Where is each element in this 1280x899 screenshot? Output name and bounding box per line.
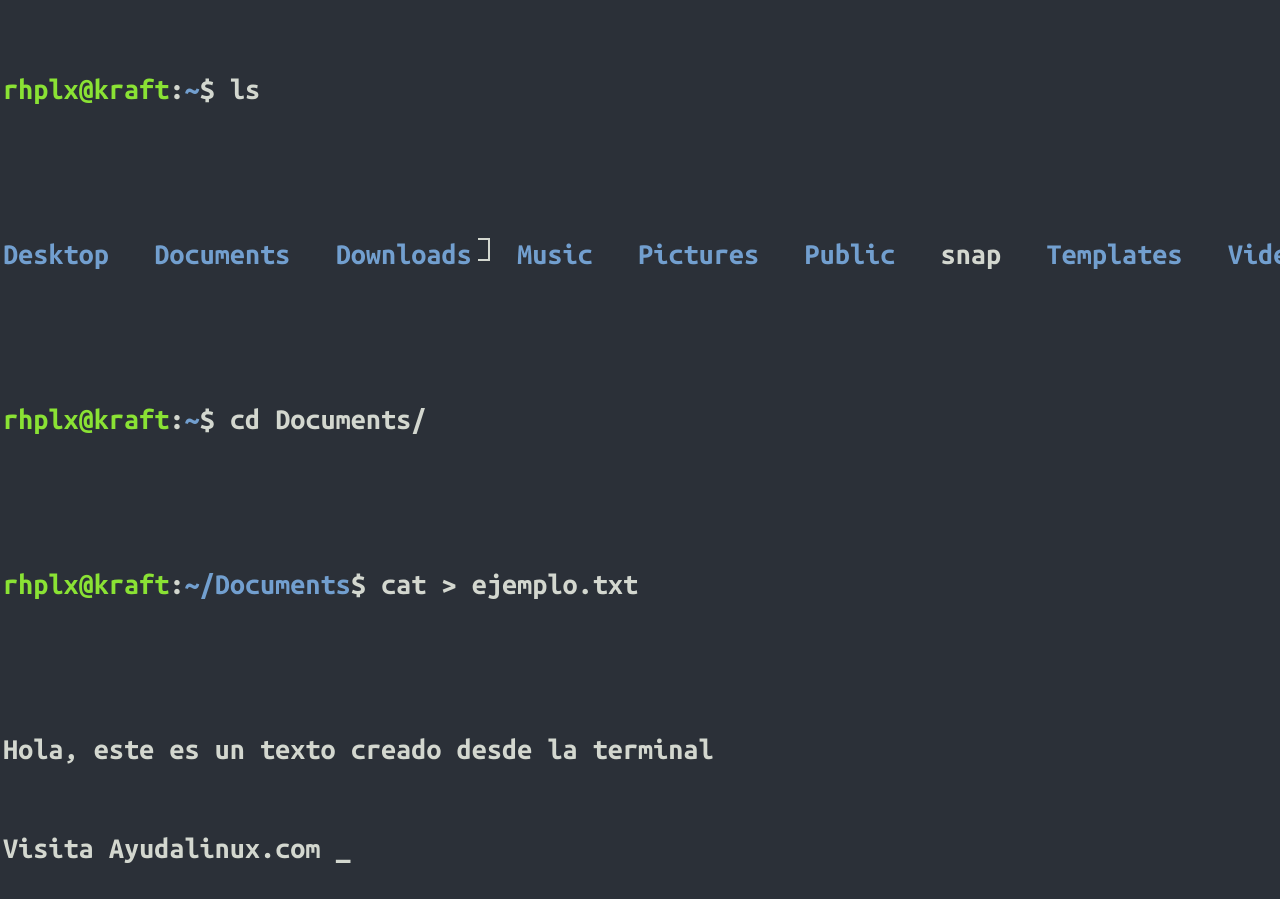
ls-dir-pictures: Pictures bbox=[638, 240, 759, 270]
ls-dir-desktop: Desktop bbox=[3, 240, 109, 270]
ls-dir-music: Music bbox=[517, 240, 593, 270]
prompt-dollar: $ bbox=[200, 405, 230, 435]
ls-dir-templates: Templates bbox=[1046, 240, 1182, 270]
prompt-path: ~/Documents bbox=[184, 570, 350, 600]
prompt-user: rhplx@kraft bbox=[3, 405, 169, 435]
stdin-text: Hola, este es un texto creado desde la t… bbox=[3, 735, 714, 765]
prompt-user: rhplx@kraft bbox=[3, 570, 169, 600]
prompt-path: ~ bbox=[184, 75, 199, 105]
stdin-text: Visita Ayudalinux.com bbox=[3, 834, 336, 864]
ls-dir-videos: Videos bbox=[1228, 240, 1280, 270]
prompt-line-2: rhplx@kraft:~$ cd Documents/ bbox=[3, 404, 1277, 437]
prompt-separator: : bbox=[169, 405, 184, 435]
prompt-separator: : bbox=[169, 570, 184, 600]
prompt-user: rhplx@kraft bbox=[3, 75, 169, 105]
terminal-output[interactable]: rhplx@kraft:~$ ls Desktop Documents Down… bbox=[0, 0, 1280, 899]
prompt-line-3: rhplx@kraft:~/Documents$ cat > ejemplo.t… bbox=[3, 569, 1277, 602]
command-text: cd Documents/ bbox=[230, 405, 427, 435]
ls-dir-public: Public bbox=[804, 240, 895, 270]
ls-dir-documents: Documents bbox=[154, 240, 290, 270]
command-text: cat > ejemplo.txt bbox=[381, 570, 638, 600]
terminal-cursor-icon: _ bbox=[336, 834, 351, 864]
stdin-line-0: Hola, este es un texto creado desde la t… bbox=[3, 734, 1277, 767]
ls-dir-downloads: Downloads bbox=[336, 240, 472, 270]
stdin-line-1[interactable]: Visita Ayudalinux.com _ bbox=[3, 833, 1277, 866]
prompt-separator: : bbox=[169, 75, 184, 105]
ls-output-line: Desktop Documents Downloads Music Pictur… bbox=[3, 239, 1277, 272]
prompt-dollar: $ bbox=[351, 570, 381, 600]
prompt-path: ~ bbox=[184, 405, 199, 435]
prompt-dollar: $ bbox=[200, 75, 230, 105]
ls-file-snap: snap bbox=[941, 240, 1001, 270]
command-text: ls bbox=[230, 75, 260, 105]
prompt-line-0: rhplx@kraft:~$ ls bbox=[3, 74, 1277, 107]
